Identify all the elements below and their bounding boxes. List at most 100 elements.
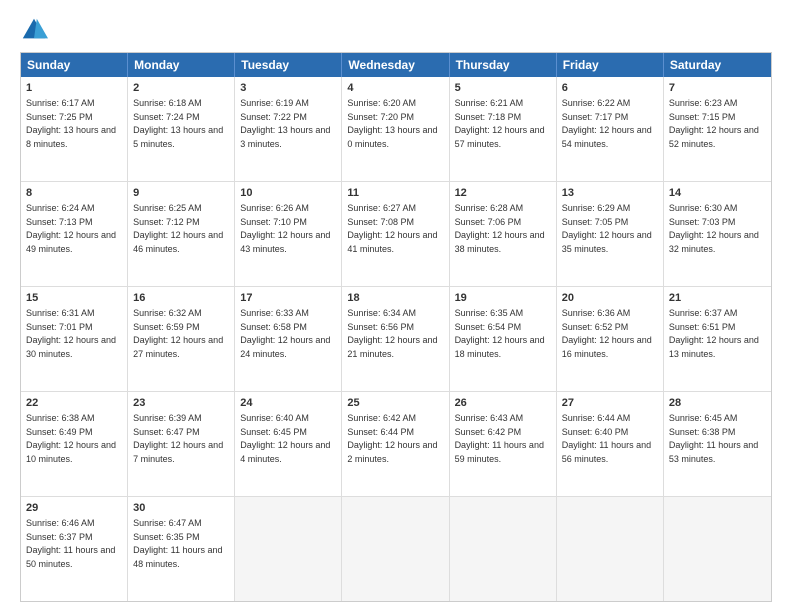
day-number: 20 — [562, 291, 658, 306]
day-number: 24 — [240, 396, 336, 411]
calendar-cell: 17 Sunrise: 6:33 AMSunset: 6:58 PMDayligh… — [235, 287, 342, 391]
calendar-cell: 14Sunrise: 6:30 AMSunset: 7:03 PMDayligh… — [664, 182, 771, 286]
calendar-cell: 10 Sunrise: 6:26 AMSunset: 7:10 PMDayligh… — [235, 182, 342, 286]
calendar-body: 1 Sunrise: 6:17 AMSunset: 7:25 PMDaylight… — [21, 77, 771, 601]
cal-header-day: Sunday — [21, 53, 128, 77]
day-info: Sunrise: 6:35 AMSunset: 6:54 PMDaylight:… — [455, 308, 545, 359]
cal-header-day: Saturday — [664, 53, 771, 77]
cal-header-day: Friday — [557, 53, 664, 77]
calendar-cell — [235, 497, 342, 601]
cal-header-day: Thursday — [450, 53, 557, 77]
day-number: 23 — [133, 396, 229, 411]
day-info: Sunrise: 6:40 AMSunset: 6:45 PMDaylight:… — [240, 413, 330, 464]
day-number: 19 — [455, 291, 551, 306]
cal-header-day: Monday — [128, 53, 235, 77]
calendar-cell: 21Sunrise: 6:37 AMSunset: 6:51 PMDayligh… — [664, 287, 771, 391]
day-info: Sunrise: 6:46 AMSunset: 6:37 PMDaylight:… — [26, 518, 115, 569]
day-number: 28 — [669, 396, 766, 411]
calendar-cell: 19 Sunrise: 6:35 AMSunset: 6:54 PMDayligh… — [450, 287, 557, 391]
day-info: Sunrise: 6:19 AMSunset: 7:22 PMDaylight:… — [240, 98, 330, 149]
calendar-row: 1 Sunrise: 6:17 AMSunset: 7:25 PMDaylight… — [21, 77, 771, 182]
day-info: Sunrise: 6:22 AMSunset: 7:17 PMDaylight:… — [562, 98, 652, 149]
day-number: 17 — [240, 291, 336, 306]
day-info: Sunrise: 6:34 AMSunset: 6:56 PMDaylight:… — [347, 308, 437, 359]
calendar-header: SundayMondayTuesdayWednesdayThursdayFrid… — [21, 53, 771, 77]
calendar-row: 22 Sunrise: 6:38 AMSunset: 6:49 PMDayligh… — [21, 392, 771, 497]
calendar-cell: 8 Sunrise: 6:24 AMSunset: 7:13 PMDaylight… — [21, 182, 128, 286]
day-info: Sunrise: 6:25 AMSunset: 7:12 PMDaylight:… — [133, 203, 223, 254]
cal-header-day: Tuesday — [235, 53, 342, 77]
logo-icon — [20, 16, 48, 44]
day-info: Sunrise: 6:47 AMSunset: 6:35 PMDaylight:… — [133, 518, 222, 569]
day-info: Sunrise: 6:21 AMSunset: 7:18 PMDaylight:… — [455, 98, 545, 149]
day-info: Sunrise: 6:33 AMSunset: 6:58 PMDaylight:… — [240, 308, 330, 359]
calendar-cell: 7Sunrise: 6:23 AMSunset: 7:15 PMDaylight… — [664, 77, 771, 181]
calendar-cell: 16Sunrise: 6:32 AMSunset: 6:59 PMDayligh… — [128, 287, 235, 391]
calendar-cell: 15 Sunrise: 6:31 AMSunset: 7:01 PMDayligh… — [21, 287, 128, 391]
calendar-row: 29 Sunrise: 6:46 AMSunset: 6:37 PMDayligh… — [21, 497, 771, 601]
day-number: 15 — [26, 291, 122, 306]
day-info: Sunrise: 6:42 AMSunset: 6:44 PMDaylight:… — [347, 413, 437, 464]
calendar-cell: 24 Sunrise: 6:40 AMSunset: 6:45 PMDayligh… — [235, 392, 342, 496]
day-info: Sunrise: 6:37 AMSunset: 6:51 PMDaylight:… — [669, 308, 759, 359]
day-info: Sunrise: 6:27 AMSunset: 7:08 PMDaylight:… — [347, 203, 437, 254]
day-number: 9 — [133, 186, 229, 201]
day-number: 5 — [455, 81, 551, 96]
day-number: 1 — [26, 81, 122, 96]
day-info: Sunrise: 6:45 AMSunset: 6:38 PMDaylight:… — [669, 413, 758, 464]
calendar-cell — [450, 497, 557, 601]
day-info: Sunrise: 6:38 AMSunset: 6:49 PMDaylight:… — [26, 413, 116, 464]
day-info: Sunrise: 6:36 AMSunset: 6:52 PMDaylight:… — [562, 308, 652, 359]
calendar-cell: 1 Sunrise: 6:17 AMSunset: 7:25 PMDaylight… — [21, 77, 128, 181]
calendar-cell: 22 Sunrise: 6:38 AMSunset: 6:49 PMDayligh… — [21, 392, 128, 496]
calendar-row: 8 Sunrise: 6:24 AMSunset: 7:13 PMDaylight… — [21, 182, 771, 287]
calendar-cell: 20 Sunrise: 6:36 AMSunset: 6:52 PMDayligh… — [557, 287, 664, 391]
day-info: Sunrise: 6:28 AMSunset: 7:06 PMDaylight:… — [455, 203, 545, 254]
calendar-cell: 3 Sunrise: 6:19 AMSunset: 7:22 PMDaylight… — [235, 77, 342, 181]
day-number: 30 — [133, 501, 229, 516]
calendar-cell: 9 Sunrise: 6:25 AMSunset: 7:12 PMDaylight… — [128, 182, 235, 286]
day-info: Sunrise: 6:44 AMSunset: 6:40 PMDaylight:… — [562, 413, 651, 464]
day-number: 29 — [26, 501, 122, 516]
day-number: 12 — [455, 186, 551, 201]
day-number: 25 — [347, 396, 443, 411]
calendar-cell: 11 Sunrise: 6:27 AMSunset: 7:08 PMDayligh… — [342, 182, 449, 286]
page: SundayMondayTuesdayWednesdayThursdayFrid… — [0, 0, 792, 612]
calendar: SundayMondayTuesdayWednesdayThursdayFrid… — [20, 52, 772, 602]
calendar-cell: 4 Sunrise: 6:20 AMSunset: 7:20 PMDaylight… — [342, 77, 449, 181]
day-number: 11 — [347, 186, 443, 201]
day-info: Sunrise: 6:26 AMSunset: 7:10 PMDaylight:… — [240, 203, 330, 254]
calendar-cell: 12 Sunrise: 6:28 AMSunset: 7:06 PMDayligh… — [450, 182, 557, 286]
day-number: 10 — [240, 186, 336, 201]
day-info: Sunrise: 6:17 AMSunset: 7:25 PMDaylight:… — [26, 98, 116, 149]
calendar-row: 15 Sunrise: 6:31 AMSunset: 7:01 PMDayligh… — [21, 287, 771, 392]
day-number: 3 — [240, 81, 336, 96]
calendar-cell: 13Sunrise: 6:29 AMSunset: 7:05 PMDayligh… — [557, 182, 664, 286]
day-info: Sunrise: 6:32 AMSunset: 6:59 PMDaylight:… — [133, 308, 223, 359]
day-number: 2 — [133, 81, 229, 96]
day-number: 13 — [562, 186, 658, 201]
logo — [20, 16, 52, 44]
calendar-cell — [664, 497, 771, 601]
calendar-cell: 26 Sunrise: 6:43 AMSunset: 6:42 PMDayligh… — [450, 392, 557, 496]
day-number: 22 — [26, 396, 122, 411]
day-info: Sunrise: 6:24 AMSunset: 7:13 PMDaylight:… — [26, 203, 116, 254]
calendar-cell: 30 Sunrise: 6:47 AMSunset: 6:35 PMDayligh… — [128, 497, 235, 601]
day-info: Sunrise: 6:31 AMSunset: 7:01 PMDaylight:… — [26, 308, 116, 359]
day-info: Sunrise: 6:30 AMSunset: 7:03 PMDaylight:… — [669, 203, 759, 254]
day-number: 18 — [347, 291, 443, 306]
day-info: Sunrise: 6:20 AMSunset: 7:20 PMDaylight:… — [347, 98, 437, 149]
day-info: Sunrise: 6:43 AMSunset: 6:42 PMDaylight:… — [455, 413, 544, 464]
calendar-cell: 28 Sunrise: 6:45 AMSunset: 6:38 PMDayligh… — [664, 392, 771, 496]
day-info: Sunrise: 6:18 AMSunset: 7:24 PMDaylight:… — [133, 98, 223, 149]
day-info: Sunrise: 6:23 AMSunset: 7:15 PMDaylight:… — [669, 98, 759, 149]
day-number: 6 — [562, 81, 658, 96]
day-number: 4 — [347, 81, 443, 96]
calendar-cell: 18 Sunrise: 6:34 AMSunset: 6:56 PMDayligh… — [342, 287, 449, 391]
day-number: 26 — [455, 396, 551, 411]
calendar-cell: 2 Sunrise: 6:18 AMSunset: 7:24 PMDaylight… — [128, 77, 235, 181]
cal-header-day: Wednesday — [342, 53, 449, 77]
header — [20, 16, 772, 44]
day-number: 8 — [26, 186, 122, 201]
calendar-cell: 5 Sunrise: 6:21 AMSunset: 7:18 PMDaylight… — [450, 77, 557, 181]
